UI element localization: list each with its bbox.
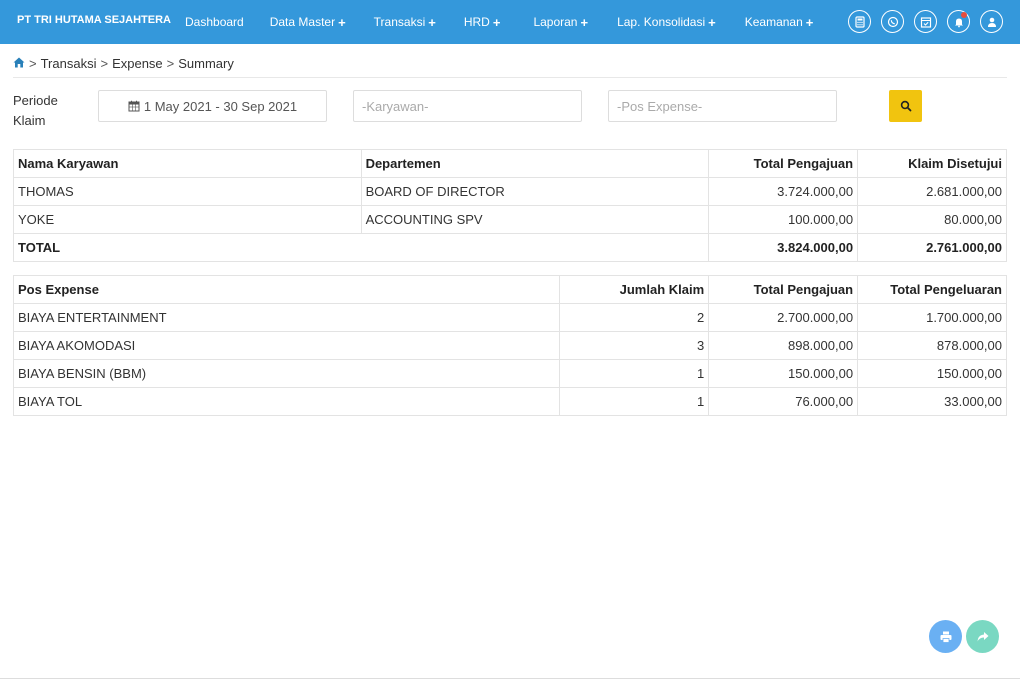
page-bottom-border — [0, 678, 1020, 679]
top-navbar: PT TRI HUTAMA SEJAHTERA Dashboard Data M… — [0, 0, 1020, 44]
bell-icon[interactable] — [947, 10, 970, 33]
column-header: Jumlah Klaim — [559, 275, 710, 304]
column-header: Total Pengeluaran — [857, 275, 1007, 304]
cell-pos-expense: BIAYA ENTERTAINMENT — [12, 303, 561, 332]
column-header: Departemen — [360, 149, 710, 178]
cell-klaim-disetujui: 80.000,00 — [857, 205, 1007, 234]
nav-item-dashboard[interactable]: Dashboard — [185, 15, 244, 29]
column-header: Pos Expense — [12, 275, 561, 304]
breadcrumb-separator: > — [29, 56, 37, 71]
pos-expense-input[interactable] — [609, 98, 836, 114]
cell-jumlah-klaim: 3 — [559, 331, 710, 360]
cell-total-pengeluaran: 878.000,00 — [857, 331, 1007, 360]
plus-icon: + — [580, 14, 589, 30]
cell-total-pengeluaran: 33.000,00 — [857, 387, 1007, 416]
calendar-check-icon[interactable] — [914, 10, 937, 33]
employee-summary-table: Nama Karyawan Departemen Total Pengajuan… — [12, 149, 1007, 262]
calendar-icon — [128, 100, 140, 112]
table-row[interactable]: THOMAS BOARD OF DIRECTOR 3.724.000,00 2.… — [13, 177, 1007, 206]
cell-klaim-disetujui: 2.681.000,00 — [857, 177, 1007, 206]
karyawan-input[interactable] — [354, 98, 581, 114]
print-button[interactable] — [929, 620, 962, 653]
table-header-row: Pos Expense Jumlah Klaim Total Pengajuan… — [12, 275, 1007, 304]
cell-total-pengajuan: 100.000,00 — [708, 205, 859, 234]
column-header: Total Pengajuan — [708, 149, 859, 178]
calculator-icon[interactable] — [848, 10, 871, 33]
breadcrumb-separator: > — [100, 56, 109, 71]
total-disetujui: 2.761.000,00 — [857, 233, 1007, 262]
plus-icon: + — [805, 14, 814, 30]
cell-jumlah-klaim: 2 — [559, 303, 710, 332]
whatsapp-icon[interactable] — [881, 10, 904, 33]
cell-nama: YOKE — [13, 205, 362, 234]
cell-pos-expense: BIAYA TOL — [12, 387, 561, 416]
table-row[interactable]: BIAYA AKOMODASI 3 898.000,00 878.000,00 — [12, 331, 1007, 360]
plus-icon: + — [428, 14, 436, 30]
column-header: Total Pengajuan — [708, 275, 859, 304]
cell-jumlah-klaim: 1 — [559, 359, 710, 388]
plus-icon: + — [708, 14, 716, 30]
search-button[interactable] — [889, 90, 922, 122]
table-header-row: Nama Karyawan Departemen Total Pengajuan… — [13, 149, 1007, 178]
plus-icon: + — [338, 14, 346, 30]
cell-total-pengajuan: 76.000,00 — [708, 387, 859, 416]
user-icon[interactable] — [980, 10, 1003, 33]
pos-expense-field[interactable] — [608, 90, 837, 122]
date-range-value: 1 May 2021 - 30 Sep 2021 — [143, 98, 298, 114]
pos-expense-table: Pos Expense Jumlah Klaim Total Pengajuan… — [12, 275, 1007, 416]
cell-total-pengeluaran: 150.000,00 — [857, 359, 1007, 388]
breadcrumb-item-transaksi[interactable]: Transaksi — [41, 56, 97, 71]
navbar-icon-group — [848, 10, 1003, 33]
cell-jumlah-klaim: 1 — [559, 387, 710, 416]
share-icon — [977, 631, 988, 641]
nav-item-laporan[interactable]: Laporan + — [533, 15, 588, 30]
table-row[interactable]: BIAYA BENSIN (BBM) 1 150.000,00 150.000,… — [12, 359, 1007, 388]
total-pengajuan: 3.824.000,00 — [708, 233, 859, 262]
plus-icon: + — [492, 14, 501, 30]
nav-item-transaksi[interactable]: Transaksi + — [374, 15, 436, 30]
cell-pos-expense: BIAYA BENSIN (BBM) — [12, 359, 561, 388]
table-row[interactable]: BIAYA ENTERTAINMENT 2 2.700.000,00 1.700… — [12, 303, 1007, 332]
brand-name[interactable]: PT TRI HUTAMA SEJAHTERA — [17, 14, 185, 26]
breadcrumb-item-expense[interactable]: Expense — [112, 56, 163, 71]
home-icon[interactable] — [13, 56, 25, 71]
table-row[interactable]: BIAYA TOL 1 76.000,00 33.000,00 — [12, 387, 1007, 416]
column-header: Klaim Disetujui — [857, 149, 1007, 178]
share-button[interactable] — [966, 620, 999, 653]
cell-total-pengeluaran: 1.700.000,00 — [857, 303, 1007, 332]
nav-item-keamanan[interactable]: Keamanan + — [745, 15, 814, 30]
cell-total-pengajuan: 150.000,00 — [708, 359, 859, 388]
cell-total-pengajuan: 2.700.000,00 — [708, 303, 859, 332]
table-total-row: TOTAL 3.824.000,00 2.761.000,00 — [12, 233, 1007, 262]
date-range-picker[interactable]: 1 May 2021 - 30 Sep 2021 — [98, 90, 327, 122]
search-icon — [900, 100, 911, 112]
cell-departemen: BOARD OF DIRECTOR — [360, 177, 710, 206]
cell-nama: THOMAS — [13, 177, 362, 206]
table-row[interactable]: YOKE ACCOUNTING SPV 100.000,00 80.000,00 — [13, 205, 1007, 234]
print-icon — [940, 631, 951, 643]
breadcrumb-separator: > — [166, 56, 175, 71]
cell-total-pengajuan: 898.000,00 — [708, 331, 859, 360]
breadcrumb-divider — [13, 77, 1007, 78]
karyawan-field[interactable] — [353, 90, 582, 122]
nav-item-data-master[interactable]: Data Master + — [270, 15, 346, 30]
periode-klaim-label: Periode Klaim — [13, 93, 58, 128]
nav-item-hrd[interactable]: HRD + — [464, 15, 501, 30]
notification-dot — [961, 12, 967, 18]
cell-departemen: ACCOUNTING SPV — [360, 205, 710, 234]
cell-total-pengajuan: 3.724.000,00 — [708, 177, 859, 206]
cell-pos-expense: BIAYA AKOMODASI — [12, 331, 561, 360]
nav-item-lap-konsolidasi[interactable]: Lap. Konsolidasi + — [617, 15, 716, 30]
breadcrumb: > Transaksi > Expense > Summary — [13, 56, 234, 71]
breadcrumb-item-summary: Summary — [178, 56, 234, 71]
column-header: Nama Karyawan — [13, 149, 362, 178]
main-menu: Dashboard Data Master + Transaksi + HRD + L… — [185, 0, 813, 44]
total-label: TOTAL — [12, 233, 710, 262]
